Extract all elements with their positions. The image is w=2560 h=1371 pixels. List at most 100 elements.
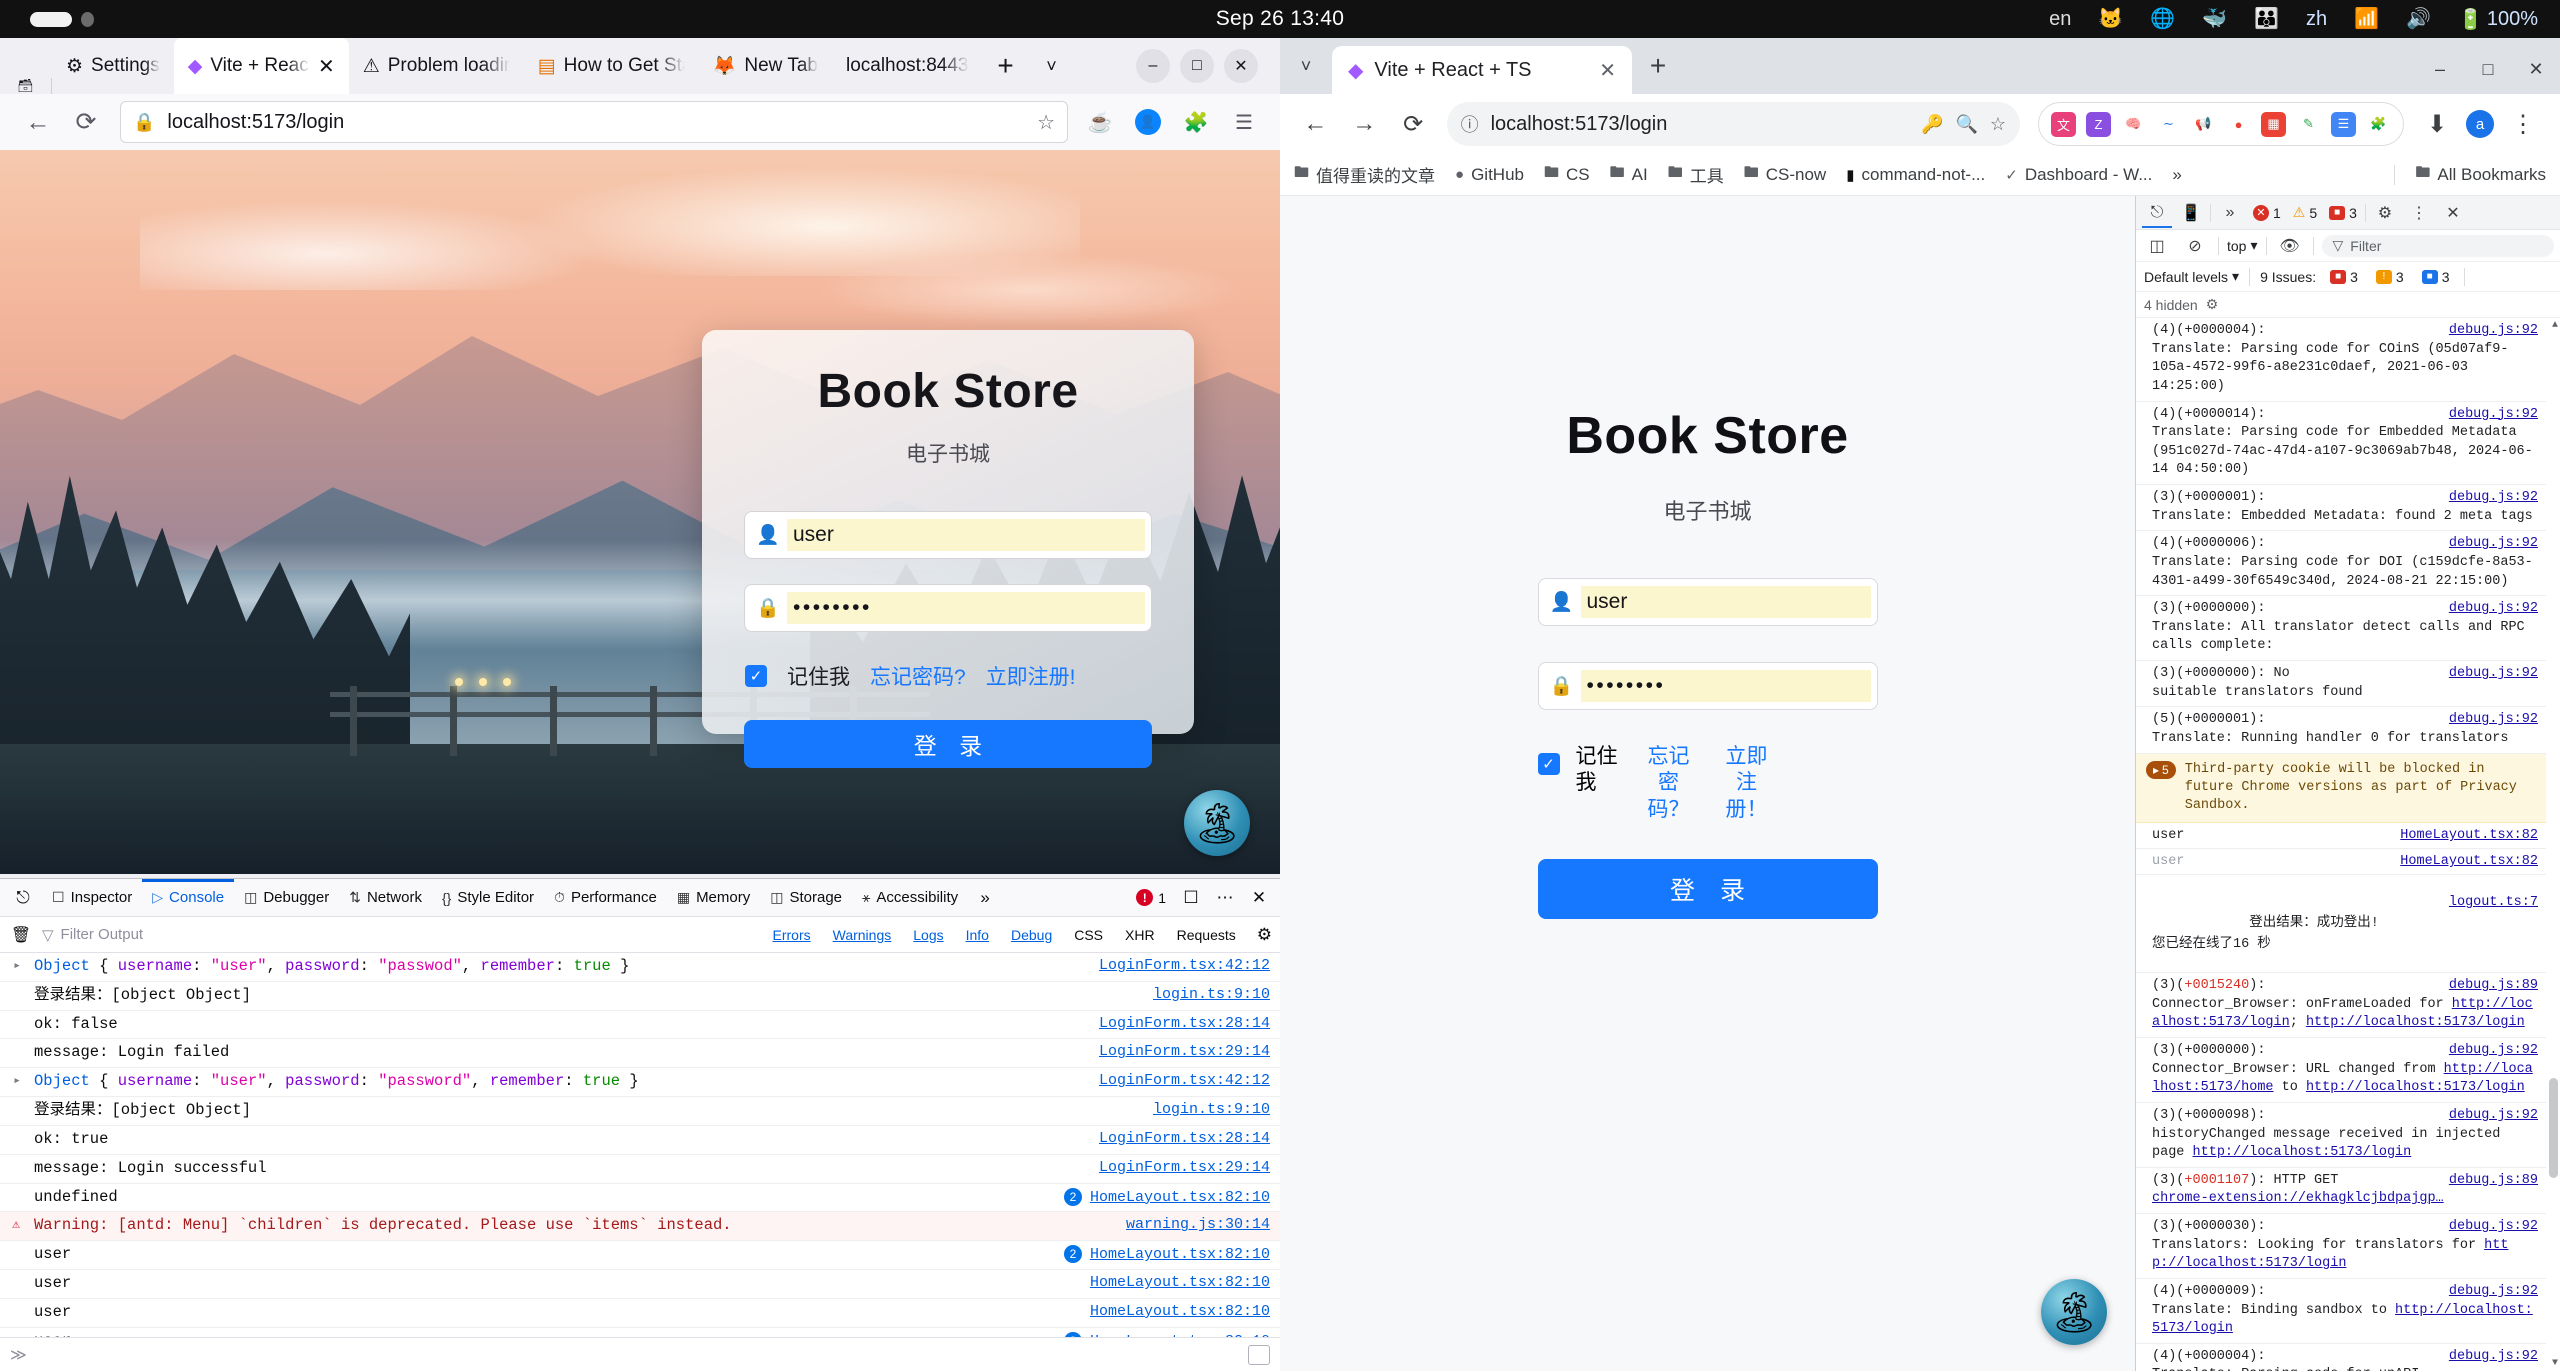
maximize-button[interactable]: □ [2464,44,2512,94]
bookmark-item[interactable]: 🖿 CS [1544,162,1590,187]
input-language-zh[interactable]: zh [2306,8,2327,31]
console-scrollbar[interactable]: ▲ ▼ [2547,318,2558,1371]
console-warning-group[interactable]: ▸ 5 Third-party cookie will be blocked i… [2136,753,2546,824]
forward-button[interactable]: → [1341,99,1388,149]
console-source[interactable]: 2 HomeLayout.tsx:82:10 [1052,1245,1270,1264]
bookmark-item[interactable]: 🖿 值得重读的文章 [1294,162,1435,187]
level-errors[interactable]: Errors [766,925,818,945]
level-info[interactable]: Info [959,925,996,945]
console-row[interactable]: 登录结果：[object Object] login.ts:9:10 [0,982,1280,1011]
devtools-menu-icon[interactable]: ⋯ [1208,888,1242,908]
console-source[interactable]: HomeLayout.tsx:82:10 [1078,1303,1270,1320]
url-link[interactable]: http://localhost:5173/login [2193,1145,2412,1160]
issue-info[interactable]: ■ 3 [2418,269,2454,285]
firefox-console-log[interactable]: ▸ Object { username: "user", password: "… [0,953,1280,1337]
bookmark-item[interactable]: ✓ Dashboard - W... [2005,165,2152,185]
tab-console[interactable]: ▷ Console [142,879,234,917]
console-settings-icon[interactable]: ⚙ [2206,296,2219,313]
default-levels-selector[interactable]: Default levels ▾ [2144,268,2239,285]
brain-ext-icon[interactable]: 🧠 [2121,111,2146,137]
close-icon[interactable]: ✕ [1599,58,1616,83]
console-source[interactable]: LoginForm.tsx:28:14 [1087,1015,1270,1032]
input-language-en[interactable]: en [2049,8,2071,31]
console-row[interactable]: user HomeLayout.tsx:82:10 [0,1299,1280,1328]
expand-count-badge[interactable]: ▸ 5 [2146,760,2176,779]
floating-assistant-icon[interactable]: 🏝 [2041,1279,2107,1345]
expand-arrow-icon[interactable]: ▸ [0,957,34,973]
close-icon[interactable]: ✕ [318,54,335,79]
tab-accessibility[interactable]: ⚹ Accessibility [852,879,968,917]
console-entry[interactable]: debug.js:92 (3)(+0000000): Translate: Al… [2136,596,2546,661]
console-row[interactable]: message: Login successful LoginForm.tsx:… [0,1155,1280,1184]
source-link[interactable]: HomeLayout.tsx:82 [2400,854,2538,869]
zotero-ext-icon[interactable]: Z [2086,111,2111,137]
minimize-button[interactable]: – [2416,44,2464,94]
chrome-console-log[interactable]: debug.js:92 (4)(+0000004): Translate: Pa… [2136,318,2560,1371]
console-entry[interactable]: debug.js:92 (5)(+0000001): Translate: Ru… [2136,707,2546,754]
download-icon[interactable]: ⬇ [2412,99,2462,149]
source-link[interactable]: debug.js:92 [2449,1107,2538,1126]
source-link[interactable]: debug.js:92 [2449,1348,2538,1367]
chrome-icon[interactable]: 🌐 [2150,9,2175,29]
password-input[interactable]: 🔒 •••••••• [1537,662,1878,710]
source-link[interactable]: HomeLayout.tsx:82 [2400,828,2538,843]
url-link[interactable]: chrome-extension://ekhagklcjbdpajgp… [2152,1191,2444,1206]
console-source[interactable]: HomeLayout.tsx:82:10 [1078,1274,1270,1291]
filter-xhr[interactable]: XHR [1118,925,1162,945]
firefox-tab-new-tab[interactable]: 🦊 New Tab [699,38,832,94]
scrollbar-thumb[interactable] [2549,1078,2558,1178]
menu-icon[interactable]: ⋮ [2498,99,2548,149]
expand-arrow-icon[interactable]: ▸ [0,1072,34,1088]
bookmark-item[interactable]: 🖿 AI [1610,162,1648,187]
level-debug[interactable]: Debug [1004,925,1059,945]
console-source[interactable]: 2 HomeLayout.tsx:82:10 [1052,1187,1270,1206]
console-entry[interactable]: debug.js:92 (3)(+0000001): Translate: Em… [2136,485,2546,532]
volume-icon[interactable]: 🔊 [2406,9,2431,29]
floating-assistant-icon[interactable]: 🏝 [1184,790,1250,856]
bookmark-star-icon[interactable]: ☆ [1990,114,2006,135]
password-input[interactable]: 🔒 •••••••• [744,584,1152,632]
back-button[interactable]: ← [14,100,62,144]
source-link[interactable]: HomeLayout.tsx:82:10 [1090,1189,1270,1206]
filter-output-input[interactable]: ▽ Filter Output [42,926,758,944]
wifi-icon[interactable]: 📶 [2354,9,2379,29]
source-link[interactable]: HomeLayout.tsx:82:10 [1090,1246,1270,1263]
source-link[interactable]: debug.js:92 [2449,1042,2538,1061]
more-panels-icon[interactable]: » [2215,198,2245,228]
console-row[interactable]: user 2HomeLayout.tsx:82:10 [0,1328,1280,1337]
tab-memory[interactable]: ▦ Memory [667,879,760,917]
console-entry[interactable]: debug.js:92 (4)(+0000004): Translate: Pa… [2136,318,2546,402]
chrome-tab-vite-react[interactable]: ◆ Vite + React + TS ✕ [1332,46,1632,94]
filter-requests[interactable]: Requests [1170,925,1243,945]
editor-mode-icon[interactable] [1248,1344,1270,1365]
key-icon[interactable]: 🔑 [1921,114,1943,135]
back-button[interactable]: ← [1292,99,1339,149]
console-source[interactable]: warning.js:30:14 [1114,1216,1270,1233]
console-entry[interactable]: debug.js:92 (4)(+0000004): Translate: Pa… [2136,1344,2546,1371]
firefox-tab-settings[interactable]: ⚙ Settings [52,38,174,94]
level-warnings[interactable]: Warnings [826,925,899,945]
filter-css[interactable]: CSS [1067,925,1110,945]
console-entry[interactable]: HomeLayout.tsx:82 user [2136,849,2546,876]
drop-ext-icon[interactable]: ● [2226,111,2251,137]
console-entry[interactable]: debug.js:92 (3)(+0000030): Translators: … [2136,1214,2546,1279]
register-link[interactable]: 立即注册！ [1716,744,1778,823]
clear-console-icon[interactable]: ⊘ [2180,231,2210,261]
console-source[interactable]: LoginForm.tsx:29:14 [1087,1159,1270,1176]
forgot-password-link[interactable]: 忘记密码？ [1638,744,1700,823]
username-input[interactable]: 👤 user [744,511,1152,559]
source-link[interactable]: debug.js:92 [2449,322,2538,341]
extensions-icon[interactable]: 🧩 [1174,101,1218,143]
console-entry[interactable]: debug.js:92 (3)(+0000098): historyChange… [2136,1103,2546,1168]
console-row[interactable]: user 2HomeLayout.tsx:82:10 [0,1241,1280,1271]
battery-status[interactable]: 🔋 100% [2458,7,2538,32]
tab-performance[interactable]: ⏱ Performance [544,879,667,917]
tab-search-chevron-icon[interactable]: ˅ [1280,38,1332,94]
source-link[interactable]: debug.js:92 [2449,535,2538,554]
live-expression-icon[interactable]: 👁 [2275,231,2305,261]
source-link[interactable]: debug.js:89 [2449,977,2538,996]
docker-icon[interactable]: 🐳 [2202,9,2227,29]
register-link[interactable]: 立即注册! [986,661,1076,691]
tab-inspector[interactable]: ☐ Inspector [42,879,142,917]
source-link[interactable]: debug.js:92 [2449,406,2538,425]
